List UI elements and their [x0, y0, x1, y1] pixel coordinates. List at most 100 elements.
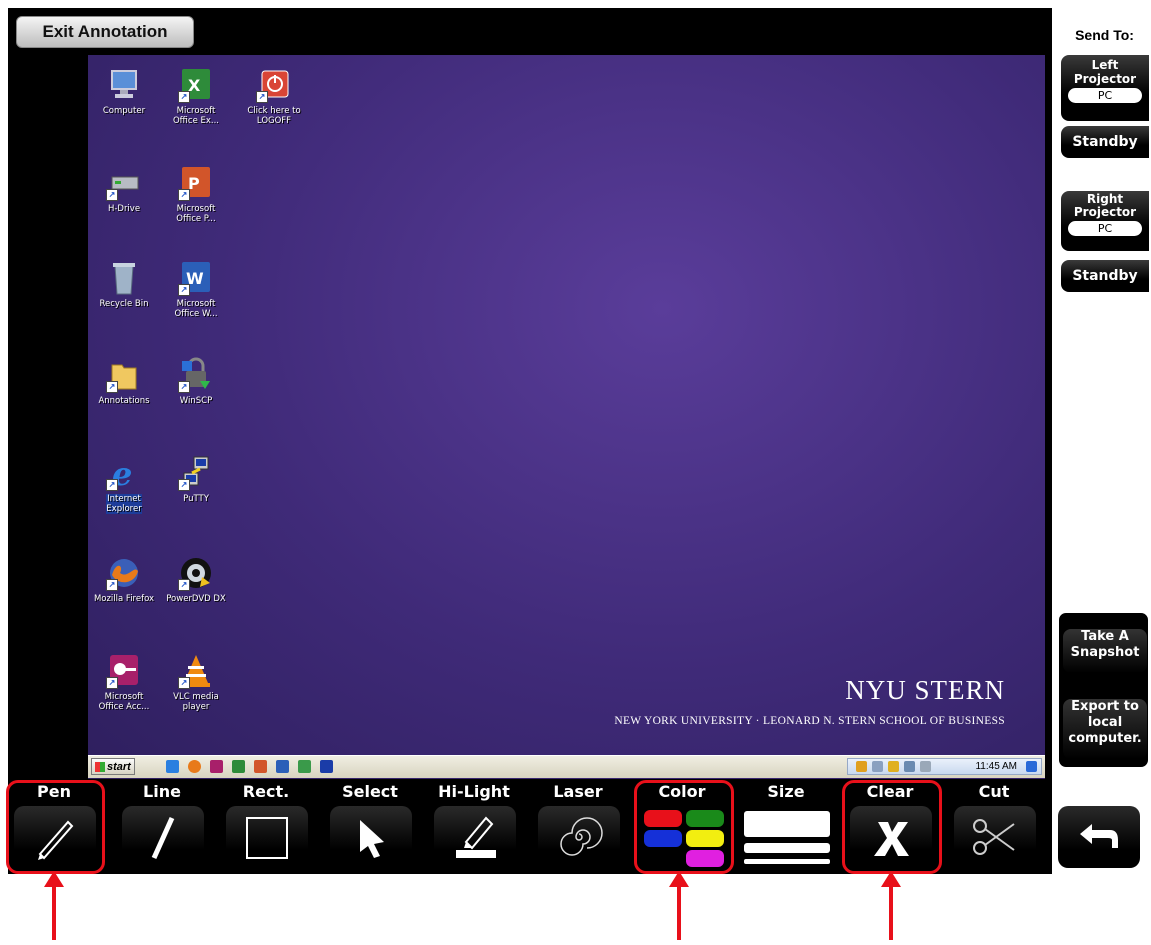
desktop-icon-label: H-Drive [107, 204, 141, 214]
putty-icon: ↗ [178, 455, 214, 491]
color-callout-arrow [669, 871, 689, 940]
rectangle-icon [246, 817, 288, 859]
show-desktop-icon[interactable] [1026, 761, 1037, 772]
snapshot-panel: Take A Snapshot Export to local computer… [1058, 612, 1149, 768]
line-icon [151, 816, 175, 860]
size-option-medium[interactable] [744, 842, 830, 853]
desktop-icon-firefox[interactable]: ↗ Mozilla Firefox [88, 555, 160, 604]
desktop-icon-recycle-bin[interactable]: Recycle Bin [88, 260, 160, 309]
desktop-icon-label: Annotations [98, 396, 150, 406]
desktop-icon-word[interactable]: W ↗ Microsoft Office W... [160, 260, 232, 319]
cursor-arrow-icon [360, 820, 384, 858]
access-icon: ↗ [106, 653, 142, 689]
desktop-icon-access[interactable]: ↗ Microsoft Office Acc... [88, 653, 160, 712]
desktop-icon-logoff[interactable]: ↗ Click here to LOGOFF [238, 67, 310, 126]
shortcut-arrow-icon: ↗ [178, 579, 190, 591]
size-option-small[interactable] [744, 858, 830, 864]
tool-body [1058, 806, 1140, 868]
firefox-quicklaunch-icon[interactable] [188, 760, 201, 773]
color-highlight-frame [634, 780, 734, 874]
shortcut-arrow-icon: ↗ [106, 381, 118, 393]
highlight-tool-button[interactable]: Hi-Light [424, 780, 524, 874]
shortcut-arrow-icon: ↗ [106, 579, 118, 591]
right-standby-button[interactable]: Standby [1061, 260, 1149, 292]
tool-label: Cut [978, 782, 1010, 801]
cut-tool-button[interactable]: Cut [944, 780, 1044, 874]
right-projector-label: Right Projector [1073, 192, 1137, 219]
excel-quicklaunch-icon[interactable] [232, 760, 245, 773]
computer-icon [106, 67, 142, 103]
size-option-large[interactable] [744, 810, 830, 837]
desktop-icon-powerdvd[interactable]: ↗ PowerDVD DX [160, 555, 232, 604]
desktop-icon-putty[interactable]: ↗ PuTTY [160, 455, 232, 504]
powerdvd-icon: ↗ [178, 555, 214, 591]
desktop-area[interactable]: Computer X ↗ Microsoft Office Ex... ↗ Cl… [88, 55, 1045, 779]
desktop-icon-label: Microsoft Office W... [174, 299, 218, 319]
desktop-icon-label: WinSCP [179, 396, 213, 406]
size-options [744, 806, 830, 868]
recycle-bin-icon [106, 260, 142, 296]
system-tray: 11:45 AM [847, 758, 1042, 775]
tray-volume-icon[interactable] [920, 761, 931, 772]
tool-label: Rect. [242, 782, 290, 801]
putty-quicklaunch-icon[interactable] [320, 760, 333, 773]
winscp-quicklaunch-icon[interactable] [298, 760, 311, 773]
tray-display-icon[interactable] [872, 761, 883, 772]
export-to-local-button[interactable]: Export to local computer. [1063, 699, 1147, 759]
word-quicklaunch-icon[interactable] [276, 760, 289, 773]
shortcut-arrow-icon: ↗ [178, 284, 190, 296]
desktop-icon-annotations[interactable]: ↗ Annotations [88, 357, 160, 406]
start-button[interactable]: start [91, 758, 135, 775]
tool-body [122, 806, 204, 868]
undo-tool-button[interactable]: Undo [1048, 780, 1148, 874]
desktop-icon-computer[interactable]: Computer [88, 67, 160, 116]
shortcut-arrow-icon: ↗ [178, 189, 190, 201]
tray-shield-icon[interactable] [888, 761, 899, 772]
windows-flag-icon [95, 761, 105, 772]
tool-label: Undo [1074, 782, 1122, 801]
ie-quicklaunch-icon[interactable] [166, 760, 179, 773]
send-to-title: Send To: [1075, 27, 1134, 43]
tool-body [954, 806, 1036, 868]
desktop-icon-powerpoint[interactable]: P ↗ Microsoft Office P... [160, 165, 232, 224]
take-snapshot-button[interactable]: Take A Snapshot [1063, 629, 1147, 673]
undo-arrow-icon [1080, 824, 1118, 848]
internet-explorer-icon: e ↗ [106, 455, 142, 493]
desktop-icon-label: Recycle Bin [99, 299, 149, 309]
right-projector-button[interactable]: Right Projector PC [1061, 191, 1149, 251]
line-tool-button[interactable]: Line [112, 780, 212, 874]
highlighter-icon [456, 816, 496, 858]
nyu-stern-subtitle: NEW YORK UNIVERSITY · LEONARD N. STERN S… [614, 715, 1005, 727]
pen-callout-arrow [44, 871, 64, 940]
left-projector-source: PC [1068, 88, 1142, 103]
desktop-icon-excel[interactable]: X ↗ Microsoft Office Ex... [160, 67, 232, 126]
tool-body [330, 806, 412, 868]
word-icon: W ↗ [178, 260, 214, 296]
tool-label: Laser [553, 782, 603, 801]
shortcut-arrow-icon: ↗ [178, 91, 190, 103]
exit-annotation-button[interactable]: Exit Annotation [16, 16, 194, 48]
left-standby-button[interactable]: Standby [1061, 126, 1149, 158]
desktop-icon-internet-explorer[interactable]: e ↗ Internet Explorer [88, 455, 160, 514]
tray-pencil-icon[interactable] [856, 761, 867, 772]
desktop-icon-label: Internet Explorer [106, 494, 142, 514]
desktop-icon-winscp[interactable]: ↗ WinSCP [160, 357, 232, 406]
powerpoint-quicklaunch-icon[interactable] [254, 760, 267, 773]
size-tool-button[interactable]: Size [736, 780, 836, 874]
laser-tool-button[interactable]: Laser [528, 780, 628, 874]
winscp-icon: ↗ [178, 357, 214, 393]
desktop-icon-vlc[interactable]: ↗ VLC media player [160, 653, 232, 712]
vlc-cone-icon: ↗ [178, 653, 214, 689]
tool-label: Size [767, 782, 805, 801]
desktop-icon-h-drive[interactable]: ↗ H-Drive [88, 165, 160, 214]
powerpoint-icon: P ↗ [178, 165, 214, 201]
access-quicklaunch-icon[interactable] [210, 760, 223, 773]
power-icon: ↗ [256, 67, 292, 103]
shortcut-arrow-icon: ↗ [106, 189, 118, 201]
network-drive-icon: ↗ [106, 165, 142, 201]
select-tool-button[interactable]: Select [320, 780, 420, 874]
tray-network-icon[interactable] [904, 761, 915, 772]
rect-tool-button[interactable]: Rect. [216, 780, 316, 874]
left-projector-button[interactable]: Left Projector PC [1061, 55, 1149, 121]
excel-icon: X ↗ [178, 67, 214, 103]
